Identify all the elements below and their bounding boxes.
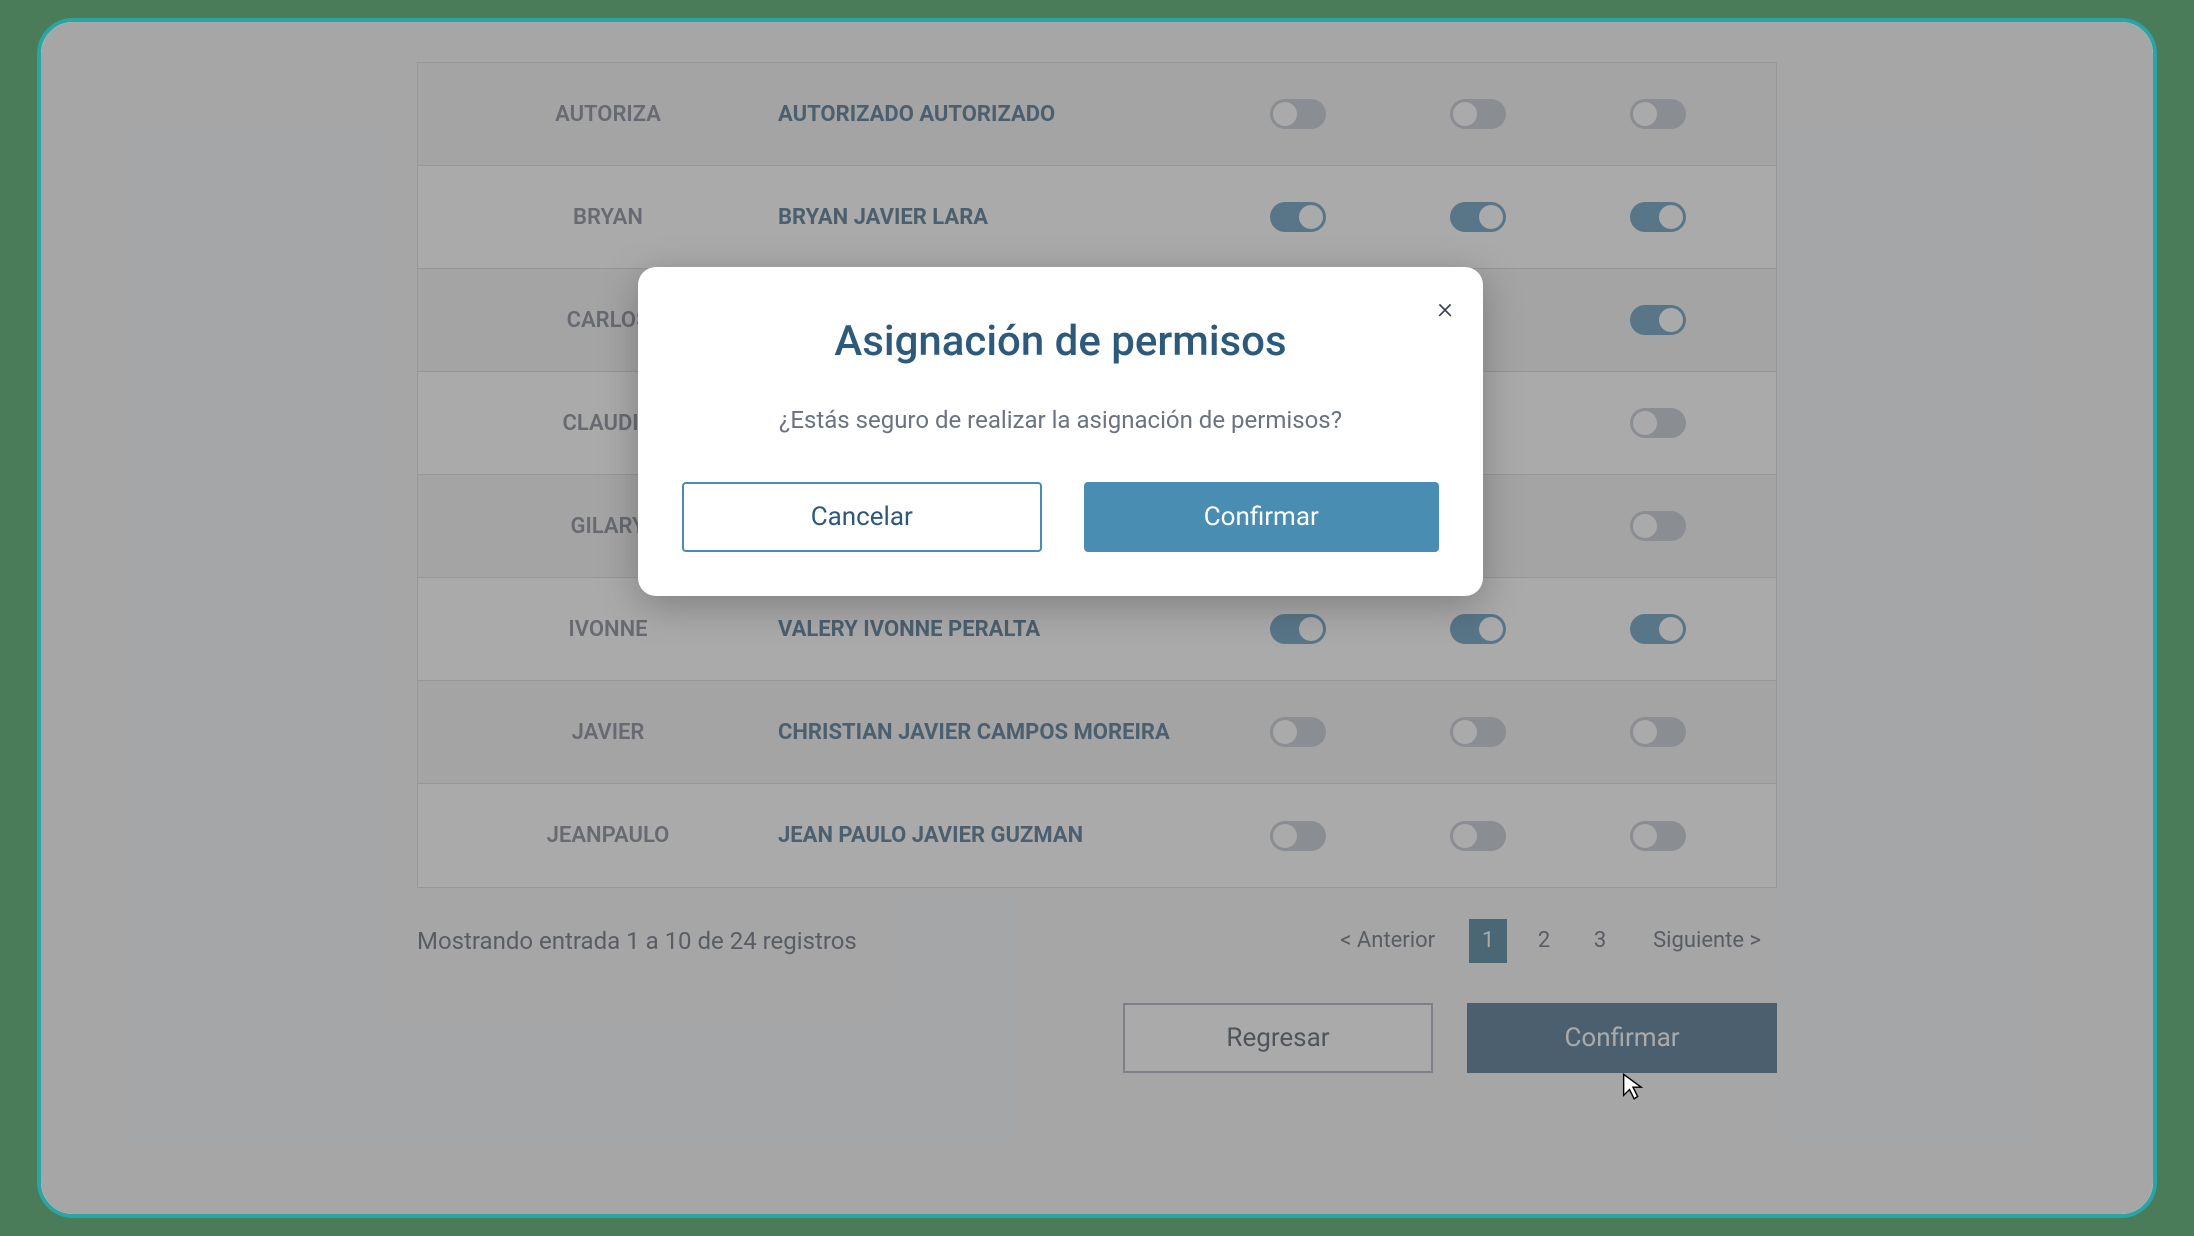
modal-confirm-button[interactable]: Confirmar bbox=[1084, 482, 1440, 552]
modal-title: Asignación de permisos bbox=[682, 317, 1439, 366]
app-screen: AUTORIZAAUTORIZADO AUTORIZADOBRYANBRYAN … bbox=[41, 22, 2153, 1214]
cursor-icon bbox=[1621, 1072, 1645, 1100]
modal-actions: Cancelar Confirmar bbox=[682, 482, 1439, 552]
confirmation-modal: × Asignación de permisos ¿Estás seguro d… bbox=[638, 267, 1483, 596]
modal-cancel-button[interactable]: Cancelar bbox=[682, 482, 1042, 552]
modal-message: ¿Estás seguro de realizar la asignación … bbox=[682, 406, 1439, 434]
modal-overlay bbox=[41, 22, 2153, 1214]
laptop-frame: AUTORIZAAUTORIZADO AUTORIZADOBRYANBRYAN … bbox=[37, 18, 2157, 1218]
close-icon[interactable]: × bbox=[1437, 291, 1453, 326]
